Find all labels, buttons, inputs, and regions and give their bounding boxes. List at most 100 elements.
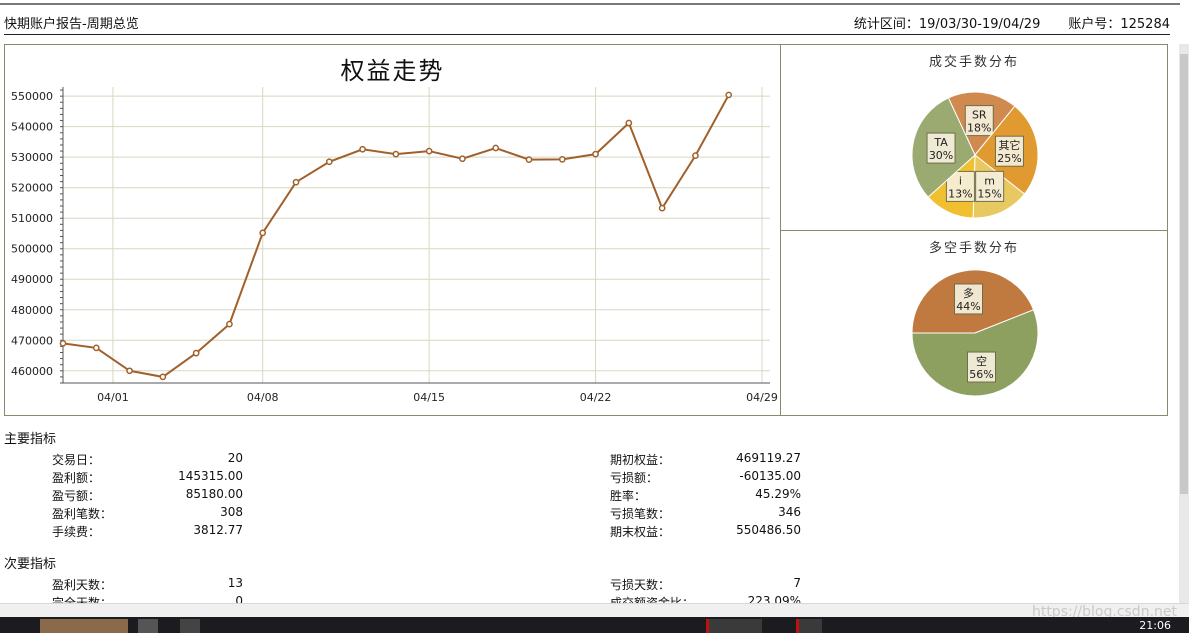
data-point xyxy=(126,367,133,375)
metric-label: 盈亏额： xyxy=(52,489,101,503)
equity-chart-panel: 权益走势 460000 470000 480000 490000 500000 51000… xyxy=(4,44,781,416)
pie-slice-label: m15% xyxy=(975,170,1005,202)
data-point xyxy=(292,178,300,186)
metric-label: 手续费： xyxy=(52,525,101,539)
pie-slice-pct: 25% xyxy=(997,152,1021,165)
pie-slice-label: SR18% xyxy=(964,105,994,137)
metric-label: 盈利额： xyxy=(52,471,101,485)
y-tick-label: 550000 xyxy=(11,90,53,103)
taskbar: 21:06 xyxy=(0,617,1189,633)
pie-slice-name: i xyxy=(959,174,962,187)
report-header: 快期账户报告-周期总览 统计区间：19/03/30-19/04/29 账户号：12… xyxy=(4,13,1170,33)
metric-row: 胜率： 45.29% xyxy=(610,487,801,503)
taskbar-icon[interactable] xyxy=(796,619,822,633)
pie-slice-name: m xyxy=(984,174,995,187)
metric-label: 期初权益： xyxy=(610,453,671,467)
long-short-pie-chart: 多44% 空56% xyxy=(911,269,1039,397)
metric-value: 469119.27 xyxy=(736,451,801,465)
data-point xyxy=(459,155,466,163)
metric-value: 346 xyxy=(778,505,801,519)
metric-value: -60135.00 xyxy=(739,469,801,483)
volume-distribution-panel: 成交手数分布 SR 18% 其它 25% m 15% i 13% TA 30% xyxy=(780,44,1168,231)
metric-label: 胜率： xyxy=(610,489,647,503)
metric-value: 308 xyxy=(220,505,243,519)
data-point xyxy=(392,150,400,158)
y-tick-label: 540000 xyxy=(11,121,53,134)
y-tick-label: 490000 xyxy=(11,273,53,286)
metric-row: 盈利笔数： 308 xyxy=(52,505,243,521)
taskbar-clock: 21:06 xyxy=(1139,619,1171,632)
metric-value: 13 xyxy=(227,576,243,590)
data-point xyxy=(558,155,566,163)
y-tick-label: 480000 xyxy=(11,304,53,317)
equity-series-line xyxy=(62,94,730,378)
y-tick-label: 510000 xyxy=(11,212,53,225)
secondary-metrics-title: 次要指标 xyxy=(4,557,57,572)
metric-row: 期末权益： 550486.50 xyxy=(610,523,801,539)
metric-label: 亏损额： xyxy=(610,471,659,485)
data-point xyxy=(725,91,733,99)
account-label: 账户号：125284 xyxy=(1068,17,1170,32)
data-point xyxy=(192,349,200,357)
metric-row: 亏损额： -60135.00 xyxy=(610,469,801,485)
data-point xyxy=(692,152,699,160)
metric-value: 145315.00 xyxy=(178,469,243,483)
x-tick-label: 04/01 xyxy=(97,391,129,404)
data-point xyxy=(492,144,500,152)
period-label: 统计区间：19/03/30-19/04/29 xyxy=(853,17,1041,32)
data-point xyxy=(425,147,433,155)
pie-slice-name: TA xyxy=(933,136,948,149)
data-point xyxy=(159,373,167,381)
pie-slice-label: 多44% xyxy=(954,283,984,315)
pie-slice-name: 空 xyxy=(976,354,987,368)
metric-value: 550486.50 xyxy=(736,523,801,537)
taskbar-icon[interactable] xyxy=(138,619,158,633)
metric-row: 亏损天数： 7 xyxy=(610,576,801,592)
header-info: 统计区间：19/03/30-19/04/29 账户号：125284 xyxy=(850,13,1170,32)
vertical-scrollbar[interactable] xyxy=(1179,44,1189,604)
data-point xyxy=(59,339,67,347)
data-point xyxy=(226,320,233,328)
report-title: 快期账户报告-周期总览 xyxy=(4,17,139,32)
taskbar-app-button[interactable] xyxy=(40,619,128,633)
pie-slice-label: 空56% xyxy=(966,351,996,383)
metric-row: 盈亏额： 85180.00 xyxy=(52,487,243,503)
pie-slice-name: SR xyxy=(972,109,987,122)
horizontal-scroll-area xyxy=(0,603,1189,617)
x-tick-label: 04/15 xyxy=(413,391,445,404)
pie-slice-pct: 15% xyxy=(977,187,1001,200)
y-tick-label: 500000 xyxy=(11,243,53,256)
metric-row: 盈利额： 145315.00 xyxy=(52,469,243,485)
metric-label: 盈利笔数： xyxy=(52,507,113,521)
metric-value: 7 xyxy=(793,576,801,590)
metric-label: 亏损天数： xyxy=(610,578,671,592)
y-tick-label: 460000 xyxy=(11,365,53,378)
data-point xyxy=(592,150,599,158)
data-point xyxy=(259,229,267,237)
data-point xyxy=(525,156,533,163)
y-tick-label: 530000 xyxy=(11,151,53,164)
metric-row: 亏损笔数： 346 xyxy=(610,505,801,521)
header-divider xyxy=(4,34,1170,35)
pie-slice-pct: 13% xyxy=(948,187,972,200)
metric-row: 盈利天数： 13 xyxy=(52,576,243,592)
pie-slice-pct: 56% xyxy=(969,368,993,381)
metric-value: 45.29% xyxy=(755,487,801,501)
metric-value: 85180.00 xyxy=(185,487,243,501)
data-point xyxy=(625,119,633,127)
scrollbar-thumb[interactable] xyxy=(1180,54,1188,494)
metric-label: 盈利天数： xyxy=(52,578,113,592)
data-point xyxy=(92,344,100,352)
metric-label: 亏损笔数： xyxy=(610,507,671,521)
equity-line-chart: 460000 470000 480000 490000 500000 510000 5200… xyxy=(11,87,778,404)
y-tick-label: 520000 xyxy=(11,182,53,195)
pie-slice-pct: 30% xyxy=(929,149,953,162)
pie-slice-pct: 44% xyxy=(956,300,980,313)
pie-slice-label: TA30% xyxy=(926,132,956,164)
x-tick-label: 04/08 xyxy=(247,391,279,404)
y-tick-label: 470000 xyxy=(11,334,53,347)
metric-value: 20 xyxy=(227,451,243,465)
taskbar-icon[interactable] xyxy=(180,619,200,633)
taskbar-icon[interactable] xyxy=(706,619,762,633)
pie-slice-pct: 18% xyxy=(967,122,991,135)
